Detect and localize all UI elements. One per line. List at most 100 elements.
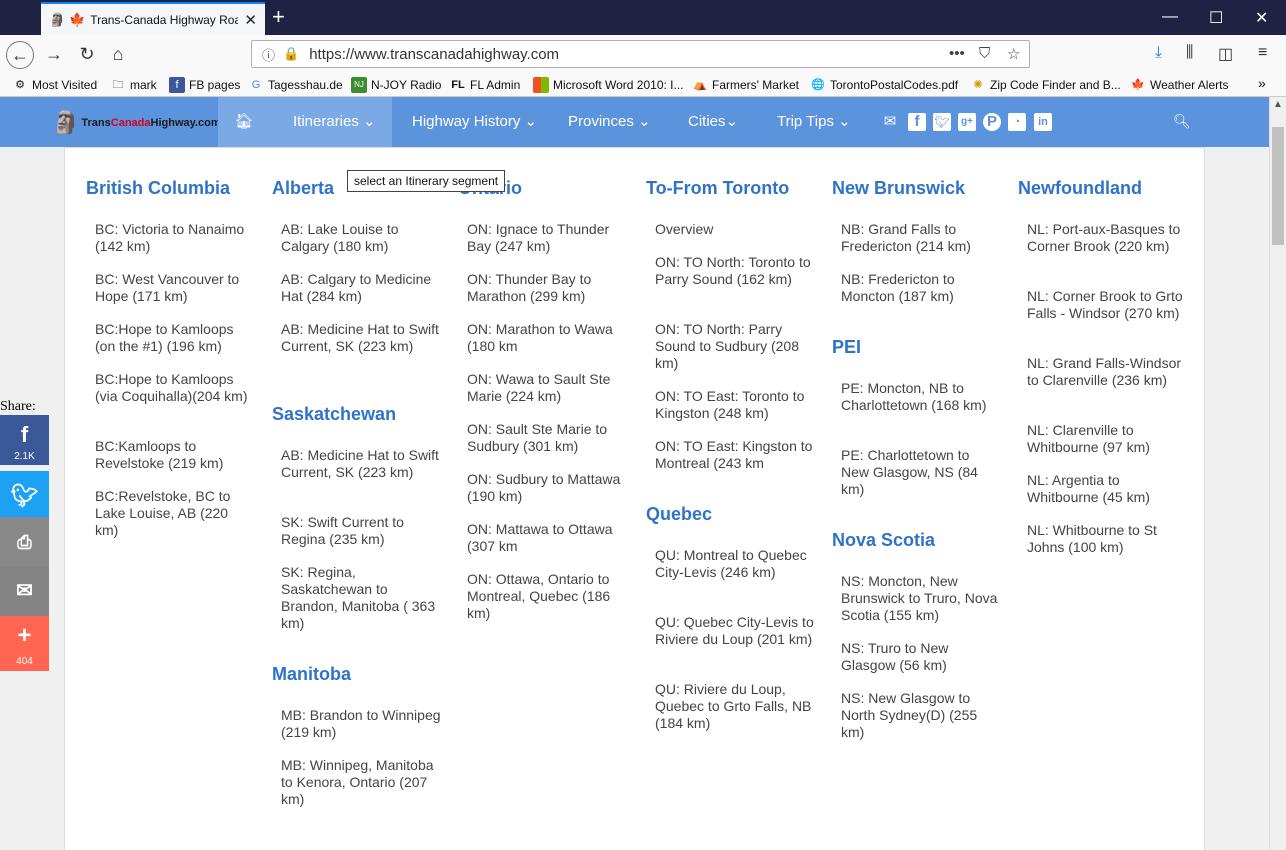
bookmark-njoy[interactable]: NJ N-JOY Radio xyxy=(351,77,441,93)
menu-link[interactable]: ON: TO East: Toronto to Kingston (248 km… xyxy=(655,388,815,422)
twitter-icon[interactable]: 🐦︎ xyxy=(933,113,951,131)
menu-link[interactable]: BC:Hope to Kamloops (via Coquihalla)(204… xyxy=(95,371,255,405)
nav-cities[interactable]: Cities⌄ xyxy=(688,97,738,147)
bookmark-toronto-postal[interactable]: 🌐 TorontoPostalCodes.pdf xyxy=(810,77,958,93)
menu-link[interactable]: NL: Corner Brook to Grto Falls - Windsor… xyxy=(1027,288,1187,322)
back-button[interactable]: ← xyxy=(6,41,34,69)
menu-link[interactable]: NL: Port-aux-Basques to Corner Brook (22… xyxy=(1027,221,1187,255)
menu-link[interactable]: ON: Wawa to Sault Ste Marie (224 km) xyxy=(467,371,627,405)
menu-link[interactable]: ON: Ignace to Thunder Bay (247 km) xyxy=(467,221,627,255)
menu-link[interactable]: Overview xyxy=(655,221,815,238)
menu-link[interactable]: NB: Fredericton to Moncton (187 km) xyxy=(841,271,1001,305)
menu-link[interactable]: ON: TO North: Parry Sound to Sudbury (20… xyxy=(655,321,815,372)
group-title-new-brunswick[interactable]: New Brunswick xyxy=(832,178,965,199)
pocket-icon[interactable]: ⛉ xyxy=(979,45,990,62)
menu-link[interactable]: AB: Medicine Hat to Swift Current, SK (2… xyxy=(281,447,441,481)
share-print-button[interactable]: ⎙ xyxy=(0,517,49,567)
menu-link[interactable]: SK: Regina, Saskatchewan to Brandon, Man… xyxy=(281,564,441,632)
pinterest-icon[interactable]: P xyxy=(983,113,1001,131)
group-title-to-from-toronto[interactable]: To-From Toronto xyxy=(646,178,789,199)
menu-link[interactable]: NS: Moncton, New Brunswick to Truro, Nov… xyxy=(841,573,1001,624)
menu-link[interactable]: MB: Winnipeg, Manitoba to Kenora, Ontari… xyxy=(281,757,441,808)
bookmark-weather-alerts[interactable]: 🍁 Weather Alerts xyxy=(1130,77,1228,93)
menu-link[interactable]: BC:Hope to Kamloops (on the #1) (196 km) xyxy=(95,321,255,355)
facebook-icon[interactable]: f xyxy=(908,113,926,131)
group-title-pei[interactable]: PEI xyxy=(832,337,861,358)
menu-link[interactable]: QU: Riviere du Loup, Quebec to Grto Fall… xyxy=(655,681,815,732)
search-icon[interactable]: 🔍︎ xyxy=(1173,113,1191,130)
linkedin-icon[interactable]: in xyxy=(1034,113,1052,131)
menu-link[interactable]: ON: Marathon to Wawa (180 km xyxy=(467,321,627,355)
group-title-nova-scotia[interactable]: Nova Scotia xyxy=(832,530,935,551)
download-icon[interactable]: ⤓ xyxy=(1155,44,1162,62)
bookmark-star-icon[interactable]: ☆ xyxy=(1007,45,1020,63)
menu-link[interactable]: SK: Swift Current to Regina (235 km) xyxy=(281,514,441,548)
share-more-button[interactable]: + 404 xyxy=(0,616,49,671)
google-plus-icon[interactable]: g+ xyxy=(958,113,976,131)
share-email-button[interactable]: ✉ xyxy=(0,566,49,616)
group-title-british-columbia[interactable]: British Columbia xyxy=(86,178,230,199)
forward-button[interactable]: → xyxy=(40,41,68,69)
hamburger-menu-icon[interactable]: ≡ xyxy=(1258,44,1267,62)
menu-link[interactable]: NS: New Glasgow to North Sydney(D) (255 … xyxy=(841,690,1001,741)
menu-link[interactable]: ON: Sudbury to Mattawa (190 km) xyxy=(467,471,627,505)
bookmark-farmers-market[interactable]: ⛺ Farmers' Market xyxy=(692,77,799,93)
group-title-newfoundland[interactable]: Newfoundland xyxy=(1018,178,1142,199)
maximize-icon[interactable]: ☐ xyxy=(1209,8,1223,28)
nav-itineraries[interactable]: Itineraries ⌄ xyxy=(293,97,376,147)
menu-link[interactable]: NL: Clarenville to Whitbourne (97 km) xyxy=(1027,422,1187,456)
bookmark-mark[interactable]: 🗀 mark xyxy=(110,77,157,93)
menu-link[interactable]: BC: West Vancouver to Hope (171 km) xyxy=(95,271,255,305)
menu-link[interactable]: QU: Quebec City-Levis to Riviere du Loup… xyxy=(655,614,815,648)
group-title-alberta[interactable]: Alberta xyxy=(272,178,334,199)
menu-link[interactable]: ON: TO East: Kingston to Montreal (243 k… xyxy=(655,438,815,472)
email-icon[interactable]: ✉ xyxy=(881,113,899,131)
minimize-icon[interactable]: — xyxy=(1162,8,1178,26)
menu-link[interactable]: AB: Lake Louise to Calgary (180 km) xyxy=(281,221,441,255)
page-actions-icon[interactable]: ••• xyxy=(949,45,965,62)
new-tab-button[interactable]: + xyxy=(272,4,285,30)
menu-link[interactable]: ON: Sault Ste Marie to Sudbury (301 km) xyxy=(467,421,627,455)
bookmark-fb-pages[interactable]: f FB pages xyxy=(169,77,240,93)
menu-link[interactable]: QU: Montreal to Quebec City-Levis (246 k… xyxy=(655,547,815,581)
rss-icon[interactable]: ◔ xyxy=(1008,113,1026,131)
group-title-quebec[interactable]: Quebec xyxy=(646,504,712,525)
url-bar[interactable]: ⓘ 🔒 https://www.transcanadahighway.com •… xyxy=(251,40,1030,68)
browser-tab[interactable]: 🗿 🍁 Trans-Canada Highway Roa ✕ xyxy=(41,2,265,35)
nav-provinces[interactable]: Provinces ⌄ xyxy=(568,97,651,147)
menu-link[interactable]: BC:Kamloops to Revelstoke (219 km) xyxy=(95,438,255,472)
nav-trip-tips[interactable]: Trip Tips ⌄ xyxy=(777,97,851,147)
bookmark-tagesshau[interactable]: G Tagesshau.de xyxy=(248,77,343,93)
menu-link[interactable]: MB: Brandon to Winnipeg (219 km) xyxy=(281,707,441,741)
group-title-manitoba[interactable]: Manitoba xyxy=(272,664,351,685)
menu-link[interactable]: NL: Argentia to Whitbourne (45 km) xyxy=(1027,472,1187,506)
sidebar-icon[interactable]: ◫ xyxy=(1218,44,1233,64)
menu-link[interactable]: NB: Grand Falls to Fredericton (214 km) xyxy=(841,221,1001,255)
more-bookmarks-icon[interactable]: » xyxy=(1258,75,1266,91)
menu-link[interactable]: ON: TO North: Toronto to Parry Sound (16… xyxy=(655,254,815,288)
lock-icon[interactable]: 🔒 xyxy=(283,46,299,62)
scrollbar-thumb[interactable] xyxy=(1272,127,1284,245)
library-icon[interactable]: ⫼ xyxy=(1186,44,1193,62)
menu-link[interactable]: ON: Mattawa to Ottawa (307 km xyxy=(467,521,627,555)
menu-link[interactable]: ON: Thunder Bay to Marathon (299 km) xyxy=(467,271,627,305)
menu-link[interactable]: PE: Moncton, NB to Charlottetown (168 km… xyxy=(841,380,1001,414)
group-title-saskatchewan[interactable]: Saskatchewan xyxy=(272,404,396,425)
menu-link[interactable]: PE: Charlottetown to New Glasgow, NS (84… xyxy=(841,447,1001,498)
page-scrollbar[interactable]: ▲ xyxy=(1269,97,1286,850)
close-tab-icon[interactable]: ✕ xyxy=(244,11,257,29)
menu-link[interactable]: NS: Truro to New Glasgow (56 km) xyxy=(841,640,1001,674)
menu-link[interactable]: ON: Ottawa, Ontario to Montreal, Quebec … xyxy=(467,571,627,622)
menu-link[interactable]: NL: Whitbourne to St Johns (100 km) xyxy=(1027,522,1187,556)
share-twitter-button[interactable]: 🐦︎ xyxy=(0,471,49,521)
menu-link[interactable]: AB: Medicine Hat to Swift Current, SK (2… xyxy=(281,321,441,355)
bookmark-ms-word[interactable]: Microsoft Word 2010: I... xyxy=(533,77,684,93)
menu-link[interactable]: AB: Calgary to Medicine Hat (284 km) xyxy=(281,271,441,305)
reload-button[interactable]: ↻ xyxy=(73,41,101,69)
menu-link[interactable]: NL: Grand Falls-Windsor to Clarenville (… xyxy=(1027,355,1187,389)
bookmark-most-visited[interactable]: ⚙ Most Visited xyxy=(12,77,97,93)
scroll-up-icon[interactable]: ▲ xyxy=(1273,99,1283,110)
info-icon[interactable]: ⓘ xyxy=(262,45,275,64)
bookmark-zip-finder[interactable]: ✺ Zip Code Finder and B... xyxy=(970,77,1120,93)
bookmark-fl-admin[interactable]: FL FL Admin xyxy=(450,77,520,93)
